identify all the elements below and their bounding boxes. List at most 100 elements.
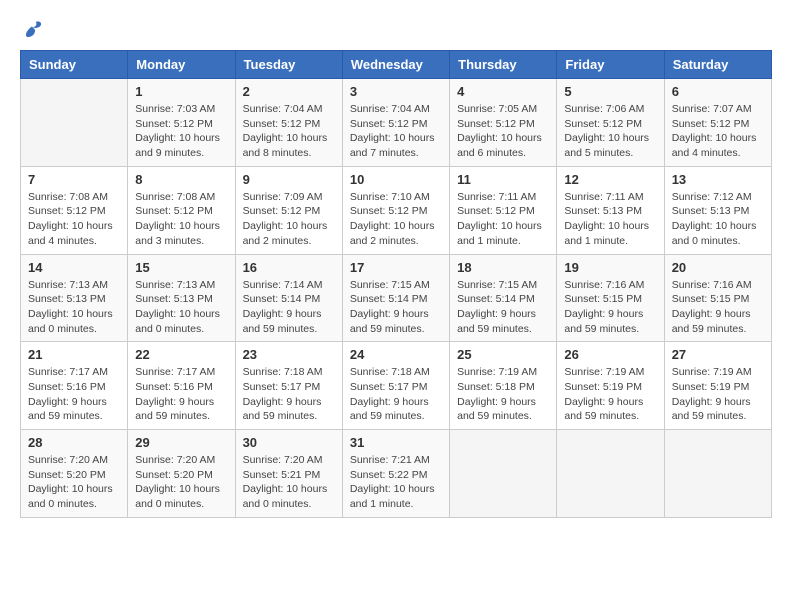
day-info: Sunrise: 7:19 AMSunset: 5:18 PMDaylight:… — [457, 365, 549, 424]
day-number: 7 — [28, 172, 120, 187]
day-number: 9 — [243, 172, 335, 187]
day-number: 5 — [564, 84, 656, 99]
day-info: Sunrise: 7:06 AMSunset: 5:12 PMDaylight:… — [564, 102, 656, 161]
day-info: Sunrise: 7:03 AMSunset: 5:12 PMDaylight:… — [135, 102, 227, 161]
day-info: Sunrise: 7:08 AMSunset: 5:12 PMDaylight:… — [135, 190, 227, 249]
calendar-day-cell: 16 Sunrise: 7:14 AMSunset: 5:14 PMDayligh… — [235, 254, 342, 342]
weekday-header: Saturday — [664, 51, 771, 79]
day-number: 15 — [135, 260, 227, 275]
day-number: 31 — [350, 435, 442, 450]
day-number: 19 — [564, 260, 656, 275]
calendar-day-cell: 12 Sunrise: 7:11 AMSunset: 5:13 PMDayligh… — [557, 166, 664, 254]
day-info: Sunrise: 7:12 AMSunset: 5:13 PMDaylight:… — [672, 190, 764, 249]
day-info: Sunrise: 7:18 AMSunset: 5:17 PMDaylight:… — [243, 365, 335, 424]
day-info: Sunrise: 7:13 AMSunset: 5:13 PMDaylight:… — [28, 278, 120, 337]
day-info: Sunrise: 7:18 AMSunset: 5:17 PMDaylight:… — [350, 365, 442, 424]
logo-bird-icon — [20, 20, 44, 40]
day-number: 11 — [457, 172, 549, 187]
day-info: Sunrise: 7:20 AMSunset: 5:20 PMDaylight:… — [28, 453, 120, 512]
day-number: 14 — [28, 260, 120, 275]
day-number: 28 — [28, 435, 120, 450]
day-number: 17 — [350, 260, 442, 275]
day-info: Sunrise: 7:17 AMSunset: 5:16 PMDaylight:… — [28, 365, 120, 424]
day-number: 29 — [135, 435, 227, 450]
weekday-header: Friday — [557, 51, 664, 79]
day-info: Sunrise: 7:09 AMSunset: 5:12 PMDaylight:… — [243, 190, 335, 249]
day-number: 23 — [243, 347, 335, 362]
calendar-day-cell: 3Sunrise: 7:04 AMSunset: 5:12 PMDaylight… — [342, 79, 449, 167]
day-info: Sunrise: 7:19 AMSunset: 5:19 PMDaylight:… — [672, 365, 764, 424]
weekday-header: Sunday — [21, 51, 128, 79]
calendar-day-cell: 17 Sunrise: 7:15 AMSunset: 5:14 PMDayligh… — [342, 254, 449, 342]
calendar-day-cell: 24Sunrise: 7:18 AMSunset: 5:17 PMDayligh… — [342, 342, 449, 430]
calendar-day-cell: 7 Sunrise: 7:08 AMSunset: 5:12 PMDaylight… — [21, 166, 128, 254]
day-info: Sunrise: 7:20 AMSunset: 5:20 PMDaylight:… — [135, 453, 227, 512]
day-number: 21 — [28, 347, 120, 362]
day-number: 10 — [350, 172, 442, 187]
calendar-week-row: 14 Sunrise: 7:13 AMSunset: 5:13 PMDayligh… — [21, 254, 772, 342]
calendar-day-cell: 18Sunrise: 7:15 AMSunset: 5:14 PMDayligh… — [450, 254, 557, 342]
day-number: 8 — [135, 172, 227, 187]
calendar-day-cell: 22 Sunrise: 7:17 AMSunset: 5:16 PMDayligh… — [128, 342, 235, 430]
weekday-header: Thursday — [450, 51, 557, 79]
day-number: 18 — [457, 260, 549, 275]
calendar-day-cell — [557, 430, 664, 518]
calendar-week-row: 28 Sunrise: 7:20 AMSunset: 5:20 PMDayligh… — [21, 430, 772, 518]
day-info: Sunrise: 7:21 AMSunset: 5:22 PMDaylight:… — [350, 453, 442, 512]
day-number: 4 — [457, 84, 549, 99]
day-info: Sunrise: 7:04 AMSunset: 5:12 PMDaylight:… — [350, 102, 442, 161]
calendar-day-cell: 13 Sunrise: 7:12 AMSunset: 5:13 PMDayligh… — [664, 166, 771, 254]
calendar-day-cell: 31 Sunrise: 7:21 AMSunset: 5:22 PMDayligh… — [342, 430, 449, 518]
day-info: Sunrise: 7:04 AMSunset: 5:12 PMDaylight:… — [243, 102, 335, 161]
day-info: Sunrise: 7:16 AMSunset: 5:15 PMDaylight:… — [672, 278, 764, 337]
day-number: 27 — [672, 347, 764, 362]
calendar-day-cell: 29 Sunrise: 7:20 AMSunset: 5:20 PMDayligh… — [128, 430, 235, 518]
calendar-day-cell: 23 Sunrise: 7:18 AMSunset: 5:17 PMDayligh… — [235, 342, 342, 430]
day-number: 30 — [243, 435, 335, 450]
calendar-day-cell: 8 Sunrise: 7:08 AMSunset: 5:12 PMDaylight… — [128, 166, 235, 254]
day-number: 1 — [135, 84, 227, 99]
calendar-day-cell: 4Sunrise: 7:05 AMSunset: 5:12 PMDaylight… — [450, 79, 557, 167]
calendar-day-cell: 9 Sunrise: 7:09 AMSunset: 5:12 PMDaylight… — [235, 166, 342, 254]
calendar-week-row: 7 Sunrise: 7:08 AMSunset: 5:12 PMDaylight… — [21, 166, 772, 254]
day-info: Sunrise: 7:10 AMSunset: 5:12 PMDaylight:… — [350, 190, 442, 249]
calendar-day-cell: 15 Sunrise: 7:13 AMSunset: 5:13 PMDayligh… — [128, 254, 235, 342]
day-number: 13 — [672, 172, 764, 187]
day-number: 20 — [672, 260, 764, 275]
calendar-day-cell — [664, 430, 771, 518]
calendar-week-row: 1 Sunrise: 7:03 AMSunset: 5:12 PMDaylight… — [21, 79, 772, 167]
day-info: Sunrise: 7:17 AMSunset: 5:16 PMDaylight:… — [135, 365, 227, 424]
logo — [20, 20, 48, 40]
day-info: Sunrise: 7:13 AMSunset: 5:13 PMDaylight:… — [135, 278, 227, 337]
day-info: Sunrise: 7:14 AMSunset: 5:14 PMDaylight:… — [243, 278, 335, 337]
day-number: 25 — [457, 347, 549, 362]
day-info: Sunrise: 7:11 AMSunset: 5:13 PMDaylight:… — [564, 190, 656, 249]
day-number: 22 — [135, 347, 227, 362]
day-info: Sunrise: 7:19 AMSunset: 5:19 PMDaylight:… — [564, 365, 656, 424]
day-info: Sunrise: 7:07 AMSunset: 5:12 PMDaylight:… — [672, 102, 764, 161]
calendar-day-cell: 26Sunrise: 7:19 AMSunset: 5:19 PMDayligh… — [557, 342, 664, 430]
calendar-day-cell: 6 Sunrise: 7:07 AMSunset: 5:12 PMDaylight… — [664, 79, 771, 167]
calendar-day-cell — [21, 79, 128, 167]
calendar-day-cell: 30Sunrise: 7:20 AMSunset: 5:21 PMDayligh… — [235, 430, 342, 518]
header — [20, 20, 772, 40]
day-number: 2 — [243, 84, 335, 99]
weekday-header: Monday — [128, 51, 235, 79]
calendar-day-cell: 20 Sunrise: 7:16 AMSunset: 5:15 PMDayligh… — [664, 254, 771, 342]
calendar-day-cell: 2 Sunrise: 7:04 AMSunset: 5:12 PMDaylight… — [235, 79, 342, 167]
day-info: Sunrise: 7:11 AMSunset: 5:12 PMDaylight:… — [457, 190, 549, 249]
calendar-day-cell: 5 Sunrise: 7:06 AMSunset: 5:12 PMDaylight… — [557, 79, 664, 167]
day-number: 16 — [243, 260, 335, 275]
day-number: 6 — [672, 84, 764, 99]
day-info: Sunrise: 7:16 AMSunset: 5:15 PMDaylight:… — [564, 278, 656, 337]
calendar-day-cell: 1 Sunrise: 7:03 AMSunset: 5:12 PMDaylight… — [128, 79, 235, 167]
day-info: Sunrise: 7:15 AMSunset: 5:14 PMDaylight:… — [350, 278, 442, 337]
calendar-table: SundayMondayTuesdayWednesdayThursdayFrid… — [20, 50, 772, 518]
calendar-day-cell: 14 Sunrise: 7:13 AMSunset: 5:13 PMDayligh… — [21, 254, 128, 342]
calendar-day-cell: 27 Sunrise: 7:19 AMSunset: 5:19 PMDayligh… — [664, 342, 771, 430]
day-info: Sunrise: 7:08 AMSunset: 5:12 PMDaylight:… — [28, 190, 120, 249]
calendar-week-row: 21 Sunrise: 7:17 AMSunset: 5:16 PMDayligh… — [21, 342, 772, 430]
day-number: 12 — [564, 172, 656, 187]
calendar-header-row: SundayMondayTuesdayWednesdayThursdayFrid… — [21, 51, 772, 79]
calendar-day-cell: 10 Sunrise: 7:10 AMSunset: 5:12 PMDayligh… — [342, 166, 449, 254]
